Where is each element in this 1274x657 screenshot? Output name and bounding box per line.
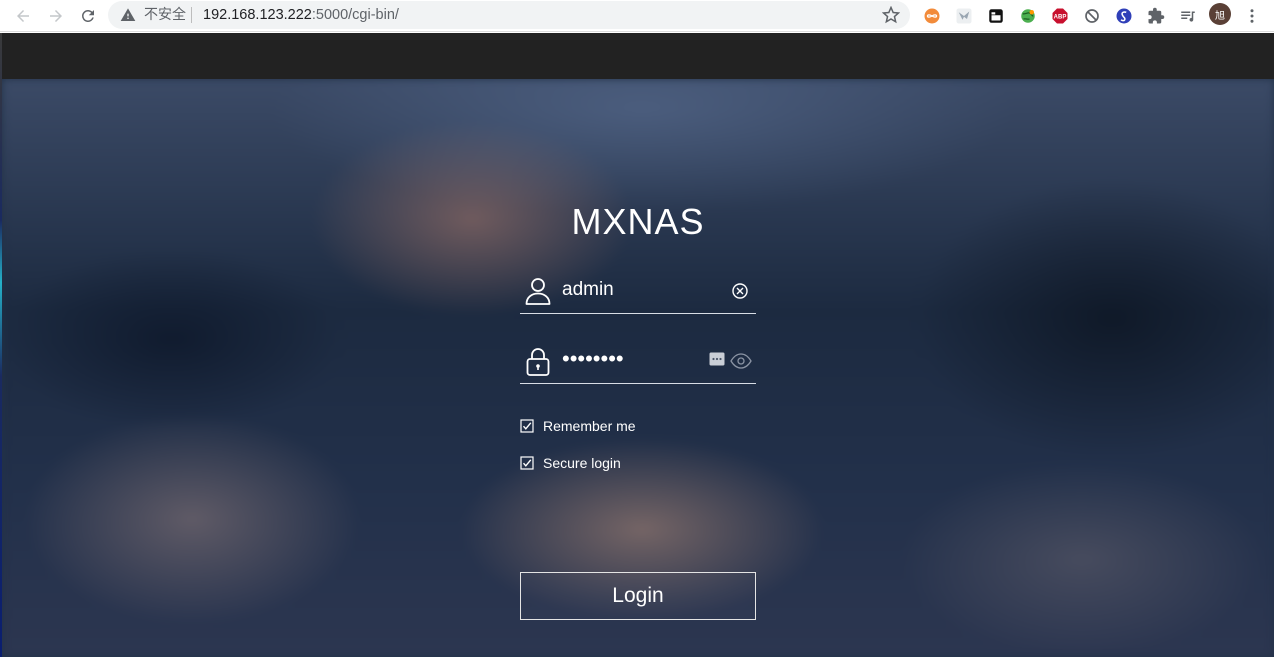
s-extension[interactable]: [1113, 5, 1135, 27]
back-button[interactable]: [10, 3, 36, 29]
adblock-extension[interactable]: ABP: [1049, 5, 1071, 27]
address-divider: [191, 7, 192, 23]
star-icon[interactable]: [882, 6, 900, 24]
remember-me-checkbox[interactable]: Remember me: [520, 416, 636, 436]
svg-text:ABP: ABP: [1054, 15, 1067, 21]
secure-login-label: Secure login: [543, 455, 621, 471]
eye-icon[interactable]: [730, 353, 752, 369]
bird-extension-icon: [956, 8, 972, 24]
url-text[interactable]: 192.168.123.222:5000/cgi-bin/: [203, 6, 399, 24]
username-field: [520, 270, 756, 314]
block-extension-icon: [1085, 9, 1099, 23]
clear-icon[interactable]: [731, 282, 749, 300]
address-bar[interactable]: 不安全 192.168.123.222:5000/cgi-bin/: [108, 1, 910, 29]
reload-icon: [81, 9, 94, 22]
warning-icon: [120, 8, 136, 21]
url-host: 192.168.123.222: [203, 7, 312, 23]
playlist-icon: [1181, 11, 1195, 22]
menu-button[interactable]: [1241, 5, 1263, 27]
checkbox-checked-icon[interactable]: [520, 419, 534, 433]
brand-title: MXNAS: [571, 201, 705, 242]
security-label[interactable]: 不安全: [144, 6, 186, 24]
browser-toolbar: 不安全 192.168.123.222:5000/cgi-bin/ ABP 旭: [0, 0, 1274, 32]
infinity-extension[interactable]: [921, 5, 943, 27]
left-edge-strip: [0, 33, 2, 657]
login-page: MXNAS ••••••••: [0, 33, 1274, 657]
header-strip: [0, 33, 1274, 79]
user-icon: [525, 278, 551, 305]
back-arrow-icon: [17, 10, 29, 22]
forward-button[interactable]: [43, 3, 69, 29]
profile-avatar[interactable]: 旭: [1209, 3, 1231, 25]
checkbox-checked-icon[interactable]: [520, 456, 534, 470]
secure-login-checkbox[interactable]: Secure login: [520, 453, 621, 473]
s-extension-icon: [1116, 8, 1132, 24]
infinity-extension-icon: [924, 8, 940, 24]
more-icon: [1250, 9, 1254, 23]
adblock-extension-icon: ABP: [1052, 8, 1068, 24]
block-extension[interactable]: [1081, 5, 1103, 27]
url-path: :5000/cgi-bin/: [311, 7, 399, 23]
remember-me-label: Remember me: [543, 418, 636, 434]
bird-extension[interactable]: [953, 5, 975, 27]
password-manager-icon[interactable]: [709, 352, 725, 366]
tab-extension[interactable]: [985, 5, 1007, 27]
reload-button[interactable]: [75, 3, 101, 29]
extensions-button[interactable]: [1145, 5, 1167, 27]
puzzle-icon: [1148, 7, 1165, 24]
globe-extension-icon: [1021, 9, 1035, 23]
username-input[interactable]: [562, 276, 712, 304]
globe-extension[interactable]: [1017, 5, 1039, 27]
password-input[interactable]: ••••••••: [562, 345, 712, 373]
tab-extension-icon: [989, 9, 1003, 23]
forward-arrow-icon: [50, 10, 62, 22]
media-button[interactable]: [1177, 5, 1199, 27]
password-field: ••••••••: [520, 340, 756, 384]
login-button[interactable]: Login: [520, 572, 756, 620]
lock-icon: [526, 348, 550, 376]
